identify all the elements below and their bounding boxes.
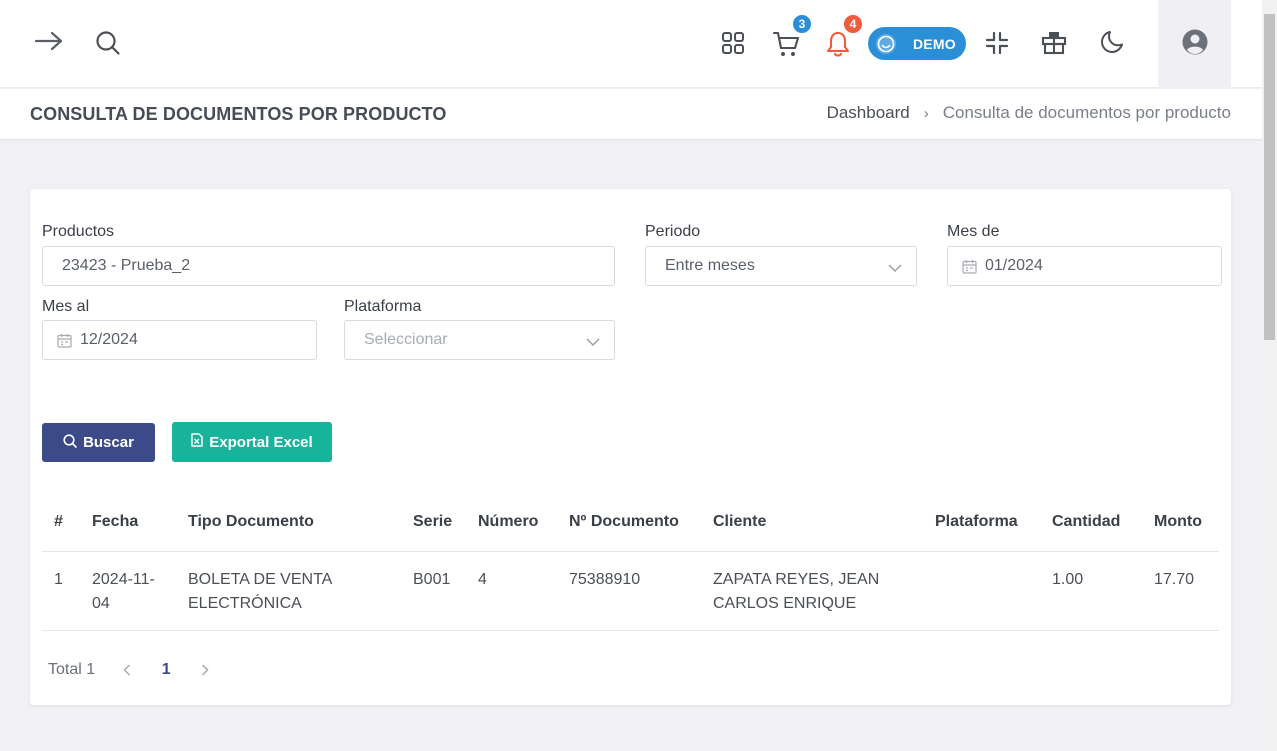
cell-cliente: ZAPATA REYES, JEAN CARLOS ENRIQUE <box>713 568 879 616</box>
export-excel-label: Exportal Excel <box>209 433 313 451</box>
col-header-tipo-documento: Tipo Documento <box>188 513 314 530</box>
pagination-current-page[interactable]: 1 <box>137 661 195 679</box>
fullscreen-exit-icon[interactable] <box>985 31 1009 55</box>
results-table: # Fecha Tipo Documento Serie Número Nº D… <box>42 499 1219 631</box>
col-header-monto: Monto <box>1154 513 1202 530</box>
user-avatar-icon <box>1182 29 1208 60</box>
page-header: CONSULTA DE DOCUMENTOS POR PRODUCTO Dash… <box>0 89 1262 139</box>
bell-icon[interactable]: 4 <box>825 13 864 58</box>
calendar-icon <box>962 259 977 274</box>
mes-de-date-picker[interactable]: 01/2024 <box>947 246 1222 286</box>
plataforma-select[interactable]: Seleccionar <box>344 320 615 360</box>
smile-icon <box>876 33 896 54</box>
scrollbar-thumb[interactable] <box>1264 14 1275 340</box>
user-menu[interactable] <box>1158 0 1231 88</box>
col-header-cantidad: Cantidad <box>1052 513 1121 530</box>
cell-tipo-documento: BOLETA DE VENTA ELECTRÓNICA <box>188 568 332 616</box>
breadcrumb: Dashboard › Consulta de documentos por p… <box>827 103 1231 123</box>
pagination: Total 1 1 <box>48 661 215 679</box>
col-header-n-documento: Nº Documento <box>569 513 679 530</box>
cell-cliente-line1: ZAPATA REYES, JEAN <box>713 571 880 588</box>
arrow-right-icon[interactable] <box>32 26 66 56</box>
productos-value: 23423 - Prueba_2 <box>62 257 191 274</box>
cell-n-documento: 75388910 <box>569 571 641 588</box>
file-excel-icon <box>191 433 203 451</box>
cart-count-badge: 3 <box>791 13 813 35</box>
cell-fecha: 2024-11- 04 <box>92 568 155 616</box>
mes-de-label: Mes de <box>947 223 1000 240</box>
cell-tipo-line2: ELECTRÓNICA <box>188 595 302 612</box>
breadcrumb-dashboard-link[interactable]: Dashboard <box>827 103 910 123</box>
cell-serie: B001 <box>413 571 451 588</box>
chevron-right-icon[interactable] <box>195 664 215 676</box>
search-icon <box>63 433 77 452</box>
notification-count-badge: 4 <box>842 13 864 35</box>
cell-fecha-line2: 04 <box>92 595 110 612</box>
mes-al-label: Mes al <box>42 298 90 315</box>
filter-results-card: Productos 23423 - Prueba_2 Periodo Entre… <box>30 189 1231 705</box>
mes-de-value: 01/2024 <box>985 257 1043 274</box>
breadcrumb-current: Consulta de documentos por producto <box>942 103 1231 122</box>
col-header-serie: Serie <box>413 513 453 530</box>
col-header-index: # <box>54 513 63 530</box>
calendar-icon <box>57 333 72 348</box>
page-title: CONSULTA DE DOCUMENTOS POR PRODUCTO <box>30 104 447 124</box>
productos-label: Productos <box>42 223 115 240</box>
plataforma-label: Plataforma <box>344 298 422 315</box>
productos-select[interactable]: 23423 - Prueba_2 <box>42 246 615 286</box>
cell-index: 1 <box>54 571 63 588</box>
vertical-scrollbar[interactable] <box>1262 0 1277 751</box>
chevron-down-icon <box>586 334 600 352</box>
table-row[interactable]: 1 2024-11- 04 BOLETA DE VENTA ELECTRÓNIC… <box>42 552 1219 631</box>
periodo-value: Entre meses <box>665 257 755 274</box>
chevron-left-icon[interactable] <box>117 664 137 676</box>
cell-cantidad: 1.00 <box>1052 571 1084 588</box>
demo-label: DEMO <box>913 35 956 52</box>
top-navbar: 3 4 DEMO <box>0 0 1262 88</box>
apps-grid-icon[interactable] <box>720 30 746 56</box>
gift-icon[interactable] <box>1041 29 1067 55</box>
mes-al-value: 12/2024 <box>80 331 138 348</box>
dark-mode-moon-icon[interactable] <box>1099 29 1125 55</box>
col-header-plataforma: Plataforma <box>935 513 1018 530</box>
col-header-numero: Número <box>478 513 539 530</box>
cart-icon[interactable]: 3 <box>772 13 813 58</box>
search-icon[interactable] <box>93 28 123 58</box>
breadcrumb-separator: › <box>923 104 929 122</box>
cell-cliente-line2: CARLOS ENRIQUE <box>713 595 857 612</box>
periodo-label: Periodo <box>645 223 701 240</box>
table-header-row: # Fecha Tipo Documento Serie Número Nº D… <box>42 499 1219 552</box>
search-button-label: Buscar <box>83 434 134 451</box>
chevron-down-icon <box>888 260 902 278</box>
cell-numero: 4 <box>478 571 487 588</box>
search-button[interactable]: Buscar <box>42 423 155 462</box>
col-header-fecha: Fecha <box>92 513 139 530</box>
plataforma-placeholder: Seleccionar <box>364 331 448 348</box>
cell-monto: 17.70 <box>1154 571 1195 588</box>
col-header-cliente: Cliente <box>713 513 767 530</box>
cell-fecha-line1: 2024-11- <box>92 571 155 588</box>
periodo-select[interactable]: Entre meses <box>645 246 917 286</box>
mes-al-date-picker[interactable]: 12/2024 <box>42 320 317 360</box>
cell-tipo-line1: BOLETA DE VENTA <box>188 571 333 588</box>
demo-mode-toggle[interactable]: DEMO <box>868 27 966 60</box>
export-excel-button[interactable]: Exportal Excel <box>172 422 332 462</box>
pagination-total: Total 1 <box>48 661 96 678</box>
